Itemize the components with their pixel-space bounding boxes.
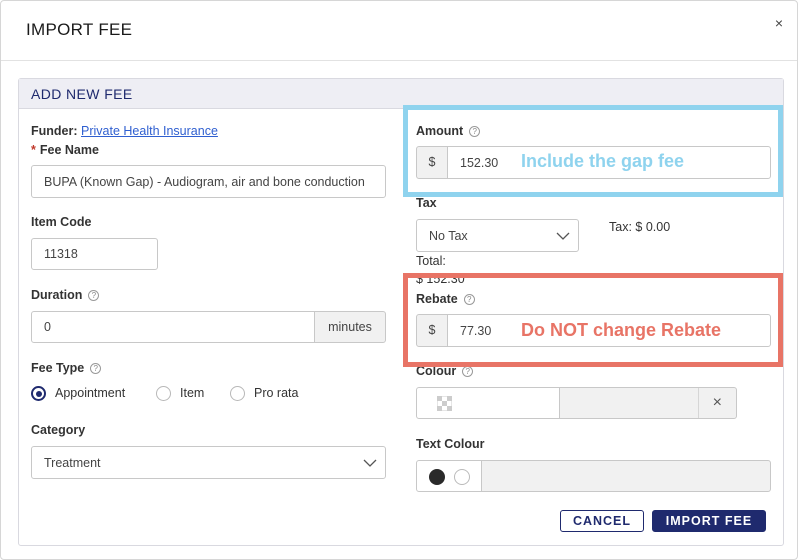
tax-value: No Tax — [429, 228, 468, 243]
amount-annotation-text: Include the gap fee — [521, 151, 685, 171]
text-colour-options — [416, 460, 482, 492]
duration-label: Duration — [31, 288, 83, 302]
fee-type-label-row: Fee Type? — [31, 361, 102, 375]
tax-summary: Tax: $ 0.00 — [609, 220, 671, 234]
funder-row: Funder: Private Health Insurance — [31, 124, 218, 138]
chevron-down-icon — [556, 232, 570, 240]
rebate-annotation-text: Do NOT change Rebate — [521, 320, 722, 340]
help-icon[interactable]: ? — [462, 366, 474, 377]
panel-title: ADD NEW FEE — [31, 86, 133, 102]
chevron-down-icon — [363, 459, 377, 467]
fee-type-appointment-label: Appointment — [55, 386, 126, 400]
item-code-input[interactable]: 11318 — [31, 238, 158, 270]
fee-type-item-radio[interactable] — [156, 386, 171, 401]
required-marker: * — [31, 143, 36, 157]
import-fee-modal: IMPORT FEE × ADD NEW FEE Funder: Private… — [0, 0, 798, 560]
fee-name-input[interactable]: BUPA (Known Gap) - Audiogram, air and bo… — [31, 165, 386, 198]
category-value: Treatment — [44, 455, 101, 470]
category-label: Category — [31, 423, 86, 437]
dark-swatch[interactable] — [429, 469, 445, 485]
duration-unit-addon: minutes — [314, 311, 386, 343]
duration-input[interactable]: 0 — [31, 311, 315, 343]
text-colour-value-field — [481, 460, 771, 492]
import-fee-button[interactable]: IMPORT FEE — [652, 510, 766, 532]
item-code-value: 11318 — [44, 247, 78, 261]
item-code-label: Item Code — [31, 215, 92, 229]
tax-select[interactable]: No Tax — [416, 219, 579, 252]
fee-type-item-label: Item — [180, 386, 205, 400]
transparent-swatch-icon — [437, 396, 452, 411]
colour-value-field: × — [559, 387, 737, 419]
modal-header: IMPORT FEE × — [1, 1, 797, 61]
fee-name-label: Fee Name — [39, 143, 99, 157]
fee-name-value: BUPA (Known Gap) - Audiogram, air and bo… — [44, 174, 365, 189]
fee-type-label: Fee Type — [31, 361, 85, 375]
divider — [698, 388, 699, 418]
duration-value: 0 — [44, 320, 51, 334]
close-icon[interactable]: × — [775, 16, 783, 30]
fee-type-pro-rata-radio[interactable] — [230, 386, 245, 401]
total-label: Total: — [416, 254, 446, 268]
fee-type-pro-rata-label: Pro rata — [254, 386, 299, 400]
tax-label: Tax — [416, 196, 437, 210]
fee-type-appointment-radio[interactable] — [31, 386, 46, 401]
clear-icon[interactable]: × — [713, 394, 722, 412]
colour-picker[interactable] — [416, 387, 560, 419]
help-icon[interactable]: ? — [90, 363, 102, 374]
modal-title: IMPORT FEE — [26, 20, 133, 39]
light-swatch[interactable] — [454, 469, 470, 485]
funder-label: Funder: — [31, 124, 78, 138]
duration-label-row: Duration? — [31, 288, 100, 302]
category-select[interactable]: Treatment — [31, 446, 386, 479]
funder-link[interactable]: Private Health Insurance — [81, 124, 218, 138]
cancel-button[interactable]: CANCEL — [560, 510, 644, 532]
help-icon[interactable]: ? — [88, 290, 100, 301]
fee-name-label-row: * Fee Name — [31, 143, 99, 157]
text-colour-label: Text Colour — [416, 437, 485, 451]
